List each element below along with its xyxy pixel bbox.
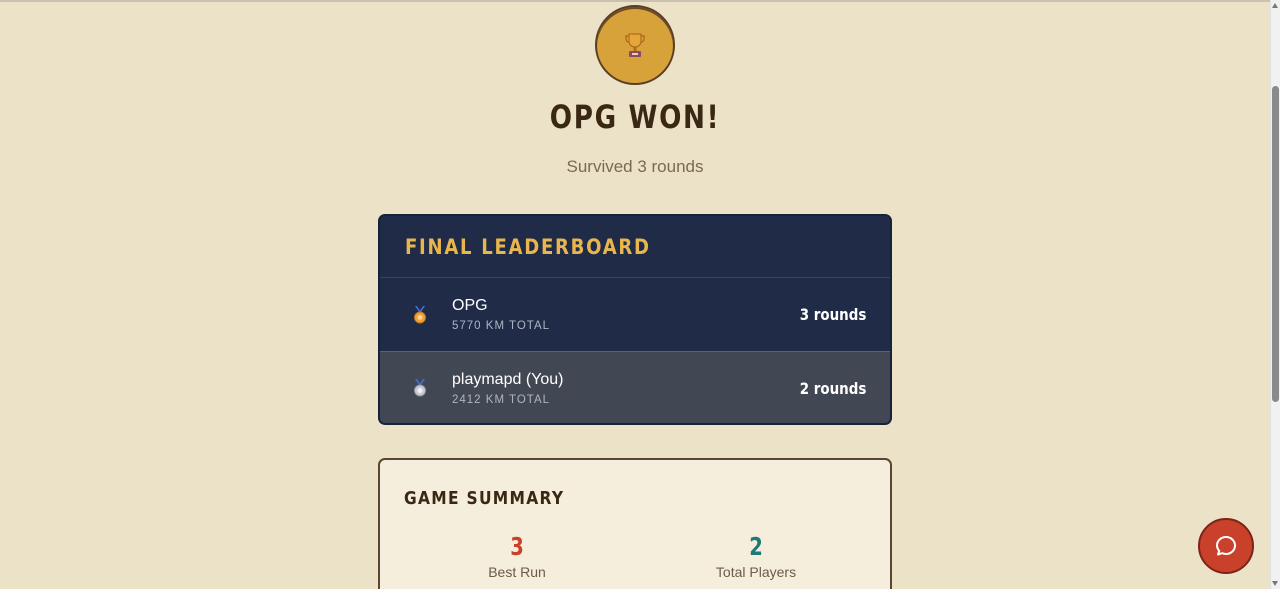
- trophy-badge: [595, 5, 675, 85]
- game-summary-title: GAME SUMMARY: [404, 488, 565, 509]
- stat-value: 3: [510, 532, 524, 561]
- player-rounds: 3 rounds: [799, 305, 866, 324]
- chat-button[interactable]: [1198, 518, 1254, 574]
- leaderboard-row-you: playmapd (You) 2412 KM TOTAL 2 rounds: [380, 351, 890, 423]
- player-info: playmapd (You) 2412 KM TOTAL: [452, 371, 787, 406]
- player-rounds: 2 rounds: [799, 378, 866, 398]
- silver-medal-icon: [414, 379, 426, 397]
- stat-label: Best Run: [488, 564, 546, 580]
- leaderboard-row: OPG 5770 KM TOTAL 3 rounds: [380, 278, 890, 351]
- player-name: OPG: [452, 297, 488, 314]
- browser-top-border: [0, 0, 1270, 2]
- stat-label: Total Players: [715, 564, 797, 580]
- trophy-icon: [625, 33, 645, 57]
- stat-total-players: 2 Total Players: [681, 532, 831, 580]
- leaderboard-header: FINAL LEADERBOARD: [380, 216, 890, 278]
- chat-bubble-icon: [1216, 536, 1236, 556]
- final-leaderboard: FINAL LEADERBOARD OPG 5770 KM TOTAL 3 ro…: [378, 214, 892, 425]
- scrollbar-thumb[interactable]: [1272, 86, 1279, 402]
- scroll-down-arrow-icon[interactable]: [1272, 581, 1278, 586]
- survived-subtitle: Survived 3 rounds: [566, 157, 704, 176]
- game-summary-card: GAME SUMMARY 3 Best Run 2 Total Players: [378, 458, 892, 589]
- player-info: OPG 5770 KM TOTAL: [452, 297, 787, 332]
- leaderboard-title: FINAL LEADERBOARD: [405, 234, 651, 259]
- winner-title: OPG WON!: [549, 98, 721, 136]
- stat-value: 2: [749, 532, 763, 561]
- gold-medal-icon: [414, 305, 426, 323]
- player-name: playmapd (You): [452, 370, 564, 388]
- stat-best-run: 3 Best Run: [442, 532, 592, 580]
- player-distance: 2412 KM TOTAL: [452, 393, 551, 406]
- player-distance: 5770 KM TOTAL: [452, 320, 551, 332]
- scroll-up-arrow-icon[interactable]: [1272, 3, 1278, 8]
- page-scrollbar[interactable]: [1270, 0, 1280, 589]
